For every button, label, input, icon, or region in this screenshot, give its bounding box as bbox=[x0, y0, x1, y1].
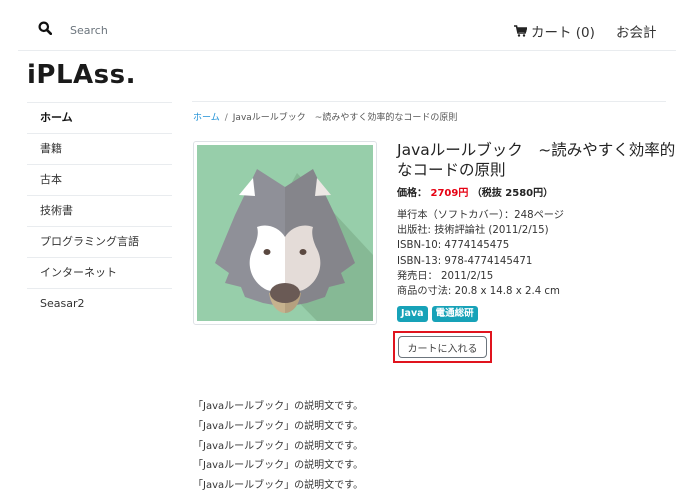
search-icon[interactable] bbox=[38, 21, 52, 35]
product-image bbox=[193, 141, 377, 325]
description-line: 「Javaルールブック」の説明文です。 bbox=[193, 460, 364, 472]
product-tags: Java 電通総研 bbox=[397, 306, 478, 322]
spec-dimensions: 商品の寸法: 20.8 x 14.8 x 2.4 cm bbox=[397, 286, 560, 298]
breadcrumb-separator: / bbox=[224, 113, 228, 123]
price-excl-tax: （税抜 2580円） bbox=[471, 188, 554, 199]
checkout-link[interactable]: お会計 bbox=[616, 21, 657, 41]
spec-isbn13: ISBN-13: 978-4774145471 bbox=[397, 255, 533, 267]
sidebar-item-tech-books[interactable]: 技術書 bbox=[27, 195, 172, 226]
sidebar-item-internet[interactable]: インターネット bbox=[27, 257, 172, 288]
cart-link[interactable]: カート (0) bbox=[514, 21, 595, 41]
breadcrumb-current: Javaルールブック ~読みやすく効率的なコードの原則 bbox=[232, 113, 458, 123]
spec-publisher: 出版社: 技術評論社 (2011/2/15) bbox=[397, 225, 549, 237]
category-sidebar: ホーム 書籍 古本 技術書 プログラミング言語 インターネット Seasar2 bbox=[27, 102, 172, 319]
tag-java[interactable]: Java bbox=[397, 306, 428, 322]
sidebar-item-books[interactable]: 書籍 bbox=[27, 133, 172, 164]
cart-icon bbox=[514, 25, 527, 37]
spec-isbn10: ISBN-10: 4774145475 bbox=[397, 240, 510, 252]
price-amount: 2709円 bbox=[430, 188, 469, 199]
product-description: 「Javaルールブック」の説明文です。 「Javaルールブック」の説明文です。 … bbox=[193, 397, 363, 496]
sidebar-item-seasar2[interactable]: Seasar2 bbox=[27, 288, 172, 319]
product-title: Javaルールブック ~読みやすく効率的なコードの原則 bbox=[397, 141, 676, 179]
product-specs: 単行本（ソフトカバー）：248ページ 出版社: 技術評論社 (2011/2/15… bbox=[397, 208, 564, 299]
sidebar-item-home[interactable]: ホーム bbox=[27, 102, 172, 133]
description-line: 「Javaルールブック」の説明文です。 bbox=[193, 401, 364, 412]
sidebar-item-used-books[interactable]: 古本 bbox=[27, 164, 172, 195]
description-line: 「Javaルールブック」の説明文です。 bbox=[193, 420, 364, 432]
search-input[interactable] bbox=[70, 20, 270, 40]
tag-dentsu-soken[interactable]: 電通総研 bbox=[431, 306, 478, 322]
content-divider bbox=[192, 101, 666, 102]
description-line: 「Javaルールブック」の説明文です。 bbox=[193, 480, 364, 492]
highlight-box: カートに入れる bbox=[393, 331, 492, 363]
site-logo[interactable]: iPLAss. bbox=[27, 60, 136, 90]
spec-binding: 単行本（ソフトカバー）：248ページ bbox=[397, 210, 564, 221]
top-navbar: カート (0) お会計 bbox=[18, 0, 676, 51]
spec-release-date: 発売日： 2011/2/15 bbox=[397, 270, 494, 282]
wolf-icon bbox=[215, 169, 373, 321]
sidebar-item-programming-languages[interactable]: プログラミング言語 bbox=[27, 226, 172, 257]
breadcrumb: ホーム / Javaルールブック ~読みやすく効率的なコードの原則 bbox=[193, 110, 457, 123]
product-price: 価格： 2709円 （税抜 2580円） bbox=[397, 184, 553, 199]
cart-label: カート (0) bbox=[531, 25, 595, 41]
price-label: 価格： bbox=[397, 188, 427, 199]
breadcrumb-home-link[interactable]: ホーム bbox=[193, 113, 220, 123]
add-to-cart-button[interactable]: カートに入れる bbox=[398, 336, 487, 358]
description-line: 「Javaルールブック」の説明文です。 bbox=[193, 440, 364, 452]
